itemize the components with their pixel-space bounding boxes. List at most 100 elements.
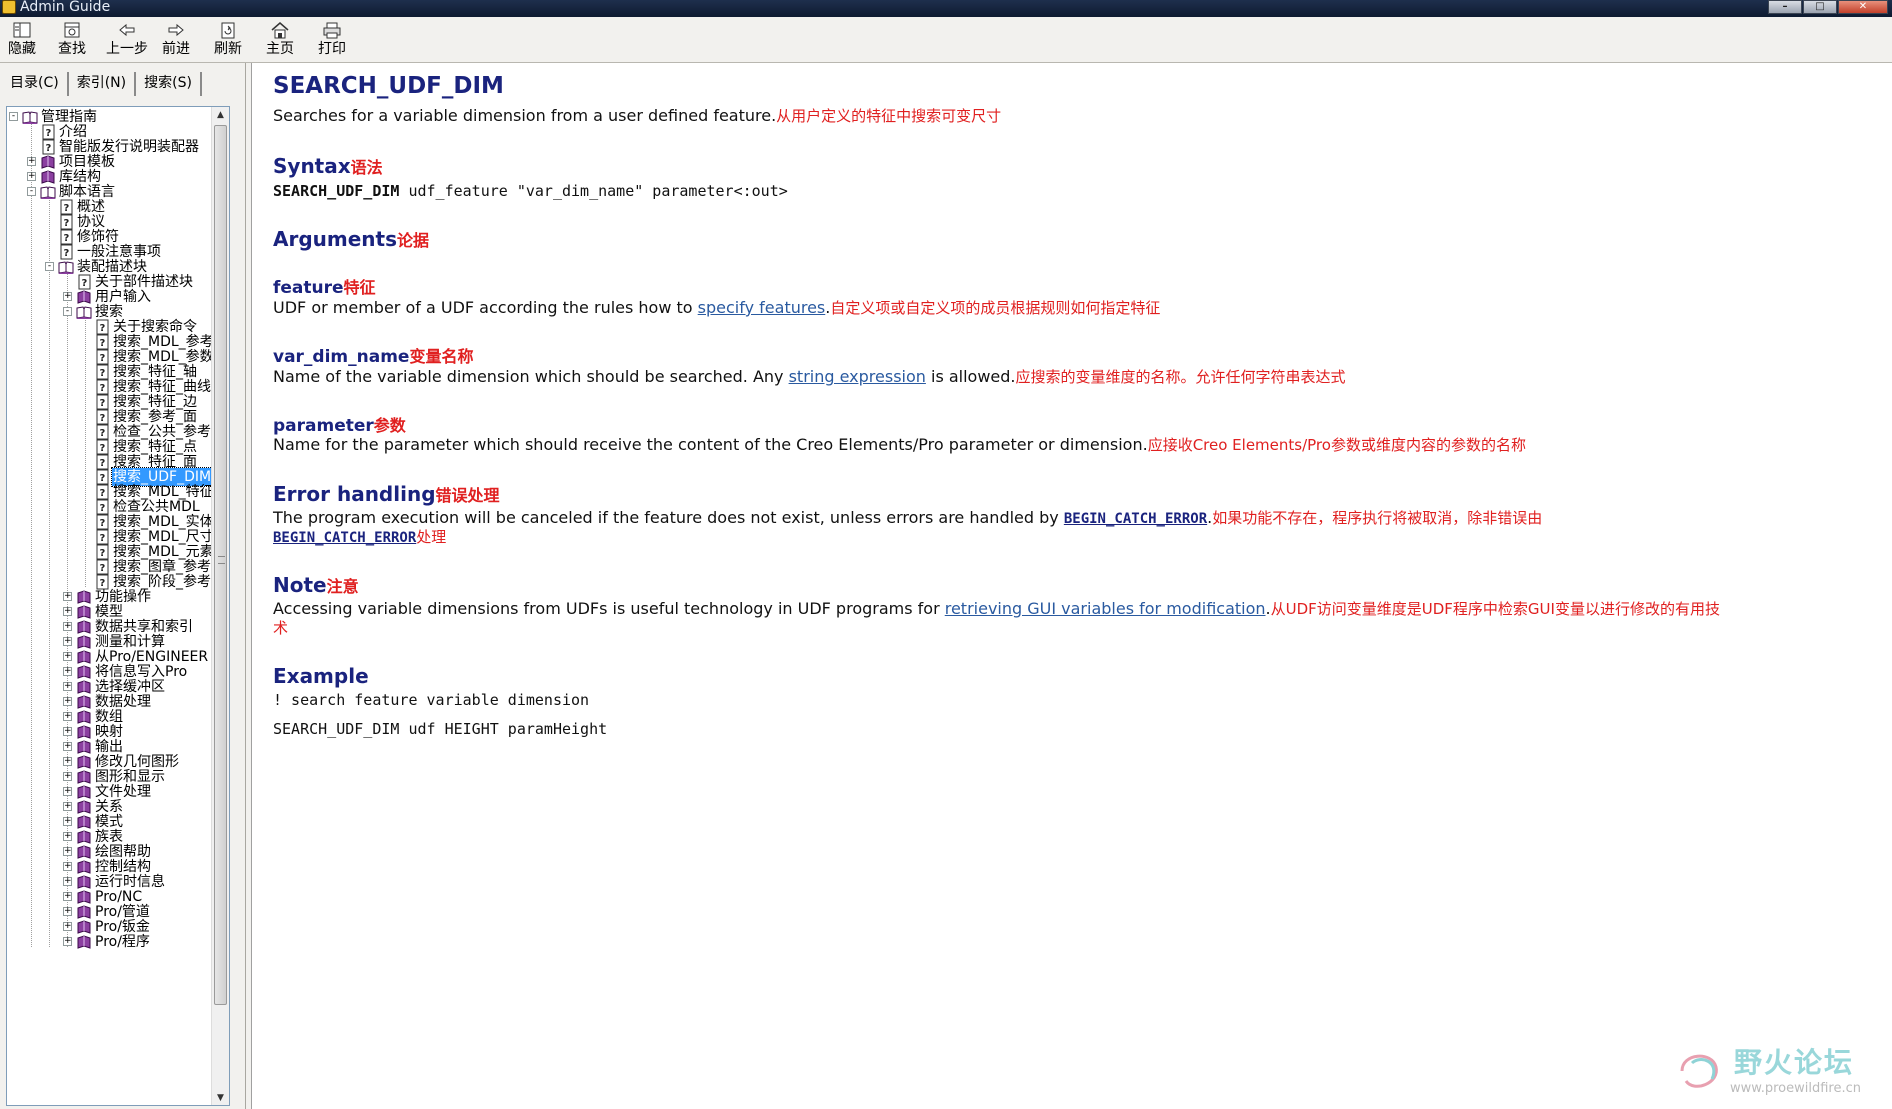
feature-text: UDF or member of a UDF according the rul…	[273, 298, 698, 317]
var-dim-name-heading-cn: 变量名称	[409, 347, 474, 366]
expand-icon[interactable]: +	[63, 907, 72, 916]
feature-text-cn: 自定义项或自定义项的成员根据规则如何指定特征	[830, 299, 1161, 317]
collapse-icon[interactable]: -	[63, 307, 72, 316]
home-button[interactable]: 主页	[258, 21, 302, 61]
begin-catch-error-link[interactable]: BEGIN_CATCH_ERROR	[1064, 511, 1207, 527]
expand-icon[interactable]: +	[63, 937, 72, 946]
pane-splitter[interactable]	[246, 63, 252, 1109]
example-line-comment: ! search feature variable dimension	[273, 691, 590, 709]
error-text-cn: 如果功能不存在，程序执行将被取消，除非错误由	[1212, 509, 1543, 527]
expand-icon[interactable]: +	[63, 652, 72, 661]
note-text: Accessing variable dimensions from UDFs …	[273, 599, 945, 618]
example-heading: Example	[273, 664, 369, 688]
forum-logo-icon	[1680, 1054, 1718, 1088]
watermark-url: www.proewildfire.cn	[1730, 1081, 1861, 1096]
expand-icon[interactable]: +	[63, 787, 72, 796]
feature-heading-text: feature	[273, 278, 344, 298]
minimize-button[interactable]: –	[1768, 0, 1802, 14]
tab-index[interactable]: 索引(N)	[69, 72, 137, 96]
home-icon	[271, 22, 289, 39]
expand-icon[interactable]: +	[63, 637, 72, 646]
feature-description: UDF or member of a UDF according the rul…	[273, 297, 1160, 319]
window-title: Admin Guide	[20, 0, 111, 15]
tree-item-book[interactable]: + Pro/程序	[7, 933, 212, 951]
expand-icon[interactable]: +	[63, 817, 72, 826]
syntax-args: udf_feature "var_dim_name" parameter<:ou…	[399, 182, 788, 200]
help-window: Admin Guide – □ ✕ 隐藏 查找 上一步 前进 刷新 主页 打印 …	[0, 0, 1892, 1109]
scroll-up-icon[interactable]: ▲	[212, 107, 229, 124]
expand-icon[interactable]: +	[27, 172, 36, 181]
find-button[interactable]: 查找	[50, 21, 94, 61]
collapse-icon[interactable]: -	[27, 187, 36, 196]
expand-icon[interactable]: +	[63, 742, 72, 751]
expand-icon[interactable]: +	[63, 592, 72, 601]
scroll-down-icon[interactable]: ▼	[212, 1090, 229, 1105]
expand-icon[interactable]: +	[63, 622, 72, 631]
expand-icon[interactable]: +	[63, 712, 72, 721]
title-bar: Admin Guide – □ ✕	[0, 0, 1892, 17]
refresh-label: 刷新	[214, 41, 242, 57]
nav-tabs: 目录(C) 索引(N) 搜索(S)	[2, 72, 202, 96]
note-description-line2: 术	[273, 617, 288, 639]
refresh-button[interactable]: 刷新	[206, 21, 250, 61]
expand-icon[interactable]: +	[63, 607, 72, 616]
expand-icon[interactable]: +	[63, 757, 72, 766]
tab-contents[interactable]: 目录(C)	[2, 72, 69, 96]
begin-catch-error-link-2[interactable]: BEGIN_CATCH_ERROR	[273, 530, 416, 546]
arguments-heading-cn: 论据	[397, 231, 430, 250]
var-dim-name-text: Name of the variable dimension which sho…	[273, 367, 789, 386]
syntax-line: SEARCH_UDF_DIM udf_feature "var_dim_name…	[273, 180, 788, 202]
note-heading-cn: 注意	[326, 577, 359, 596]
collapse-icon[interactable]: -	[45, 262, 54, 271]
maximize-button[interactable]: □	[1803, 0, 1837, 14]
error-handling-heading: Error handling错误处理	[273, 482, 500, 506]
expand-icon[interactable]: +	[63, 847, 72, 856]
print-icon	[323, 22, 341, 39]
error-text-cn-2: 处理	[416, 528, 447, 546]
expand-icon[interactable]: +	[63, 892, 72, 901]
expand-icon[interactable]: +	[63, 862, 72, 871]
hide-button[interactable]: 隐藏	[0, 21, 44, 61]
hide-label: 隐藏	[8, 41, 36, 57]
retrieving-gui-variables-link[interactable]: retrieving GUI variables for modificatio…	[945, 599, 1266, 618]
note-heading: Note注意	[273, 573, 359, 597]
collapse-icon[interactable]: -	[9, 112, 18, 121]
contents-tree: - 管理指南? 介绍? 智能版发行说明装配器 + 项目模板 + 库结构 - 脚本语言? 概述? 协议?…	[7, 107, 212, 1105]
expand-icon[interactable]: +	[63, 877, 72, 886]
tab-search[interactable]: 搜索(S)	[136, 72, 202, 96]
expand-icon[interactable]: +	[63, 682, 72, 691]
expand-icon[interactable]: +	[63, 922, 72, 931]
print-label: 打印	[318, 41, 346, 57]
expand-icon[interactable]: +	[63, 832, 72, 841]
expand-icon[interactable]: +	[63, 802, 72, 811]
syntax-heading: Syntax语法	[273, 154, 383, 178]
expand-icon[interactable]: +	[63, 727, 72, 736]
toolbar: 隐藏 查找 上一步 前进 刷新 主页 打印	[0, 17, 1892, 63]
tree-item-label: Pro/程序	[95, 934, 150, 950]
expand-icon[interactable]: +	[63, 667, 72, 676]
expand-icon[interactable]: +	[63, 697, 72, 706]
scroll-thumb[interactable]	[214, 125, 227, 1005]
string-expression-link[interactable]: string expression	[789, 367, 926, 386]
forward-button[interactable]: 前进	[154, 21, 198, 61]
parameter-text-cn: 应接收Creo Elements/Pro参数或维度内容的参数的名称	[1147, 436, 1526, 454]
expand-icon[interactable]: +	[63, 772, 72, 781]
expand-icon[interactable]: +	[63, 292, 72, 301]
window-controls: – □ ✕	[1768, 0, 1888, 14]
close-button[interactable]: ✕	[1838, 0, 1888, 14]
back-button[interactable]: 上一步	[102, 21, 152, 61]
forward-arrow-icon	[168, 23, 184, 37]
feature-heading-cn: 特征	[343, 278, 376, 297]
watermark-text: 野火论坛	[1734, 1046, 1855, 1079]
tree-scrollbar[interactable]: ▲ ▼	[211, 107, 229, 1105]
navigation-pane: 目录(C) 索引(N) 搜索(S) - 管理指南? 介绍? 智能版发行说明装配器 + 项目…	[0, 63, 246, 1109]
book-icon	[76, 934, 92, 950]
print-button[interactable]: 打印	[310, 21, 354, 61]
syntax-heading-cn: 语法	[350, 158, 383, 177]
expand-icon[interactable]: +	[27, 157, 36, 166]
specify-features-link[interactable]: specify features	[698, 298, 826, 317]
intro-text: Searches for a variable dimension from a…	[273, 106, 777, 125]
error-handling-heading-cn: 错误处理	[435, 486, 500, 505]
home-label: 主页	[266, 41, 294, 57]
error-handling-description: The program execution will be canceled i…	[273, 507, 1542, 530]
